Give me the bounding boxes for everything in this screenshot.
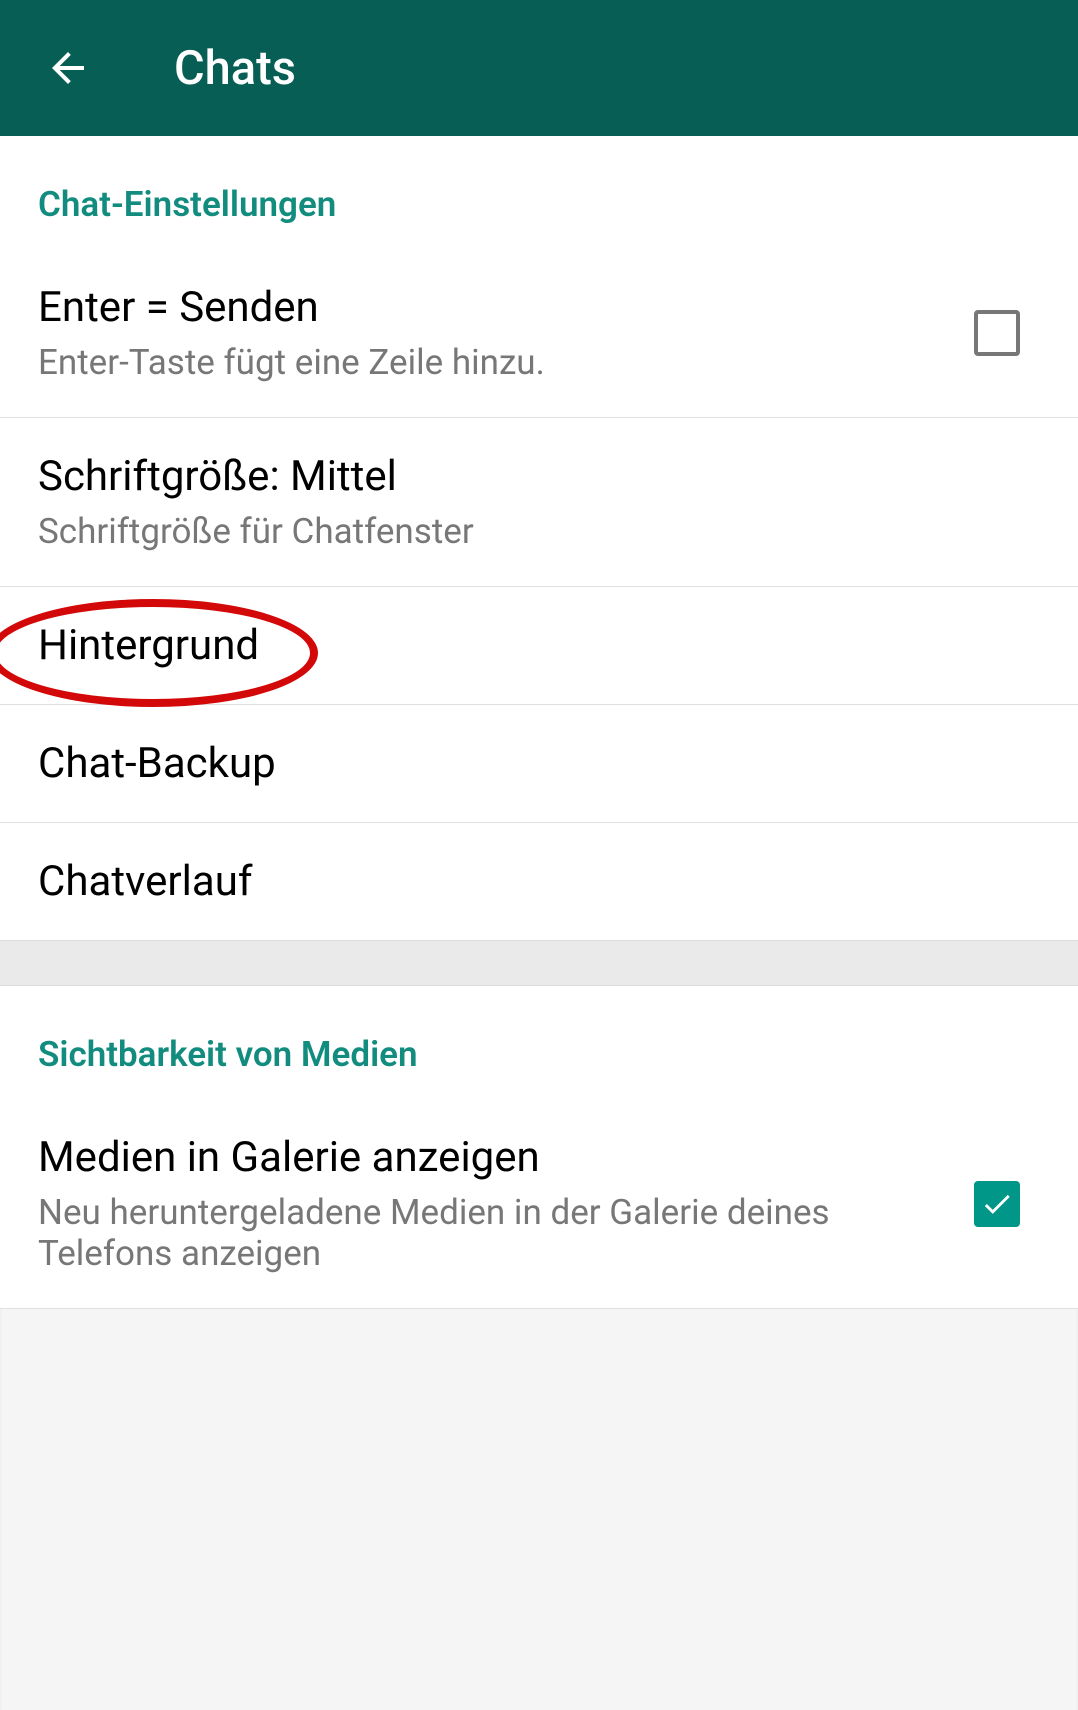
app-header: Chats <box>0 0 1078 136</box>
back-button[interactable] <box>38 38 98 98</box>
row-subtitle: Schriftgröße für Chatfenster <box>38 511 1020 552</box>
row-wallpaper[interactable]: Hintergrund <box>0 587 1078 705</box>
row-media-gallery[interactable]: Medien in Galerie anzeigen Neu herunterg… <box>0 1099 1078 1309</box>
row-title: Chat-Backup <box>38 739 1020 788</box>
row-subtitle: Neu heruntergeladene Medien in der Galer… <box>38 1192 954 1274</box>
row-title: Hintergrund <box>38 621 1020 670</box>
checkmark-icon <box>980 1187 1014 1221</box>
section-media-visibility: Sichtbarkeit von Medien Medien in Galeri… <box>0 986 1078 1309</box>
section-chat-settings: Chat-Einstellungen Enter = Senden Enter-… <box>0 136 1078 940</box>
section-heading-media-visibility: Sichtbarkeit von Medien <box>0 986 1078 1099</box>
arrow-left-icon <box>44 44 92 92</box>
section-heading-chat-settings: Chat-Einstellungen <box>0 136 1078 249</box>
row-title: Schriftgröße: Mittel <box>38 452 1020 501</box>
row-font-size[interactable]: Schriftgröße: Mittel Schriftgröße für Ch… <box>0 418 1078 587</box>
row-chat-backup[interactable]: Chat-Backup <box>0 705 1078 823</box>
row-subtitle: Enter-Taste fügt eine Zeile hinzu. <box>38 342 954 383</box>
checkbox-media-gallery[interactable] <box>974 1181 1020 1227</box>
checkbox-enter-send[interactable] <box>974 310 1020 356</box>
row-title: Medien in Galerie anzeigen <box>38 1133 954 1182</box>
settings-content: Chat-Einstellungen Enter = Senden Enter-… <box>0 136 1078 1710</box>
page-title: Chats <box>174 41 296 96</box>
row-chat-history[interactable]: Chatverlauf <box>0 823 1078 940</box>
row-enter-send[interactable]: Enter = Senden Enter-Taste fügt eine Zei… <box>0 249 1078 418</box>
section-divider <box>0 940 1078 986</box>
row-title: Chatverlauf <box>38 857 1020 906</box>
row-title: Enter = Senden <box>38 283 954 332</box>
